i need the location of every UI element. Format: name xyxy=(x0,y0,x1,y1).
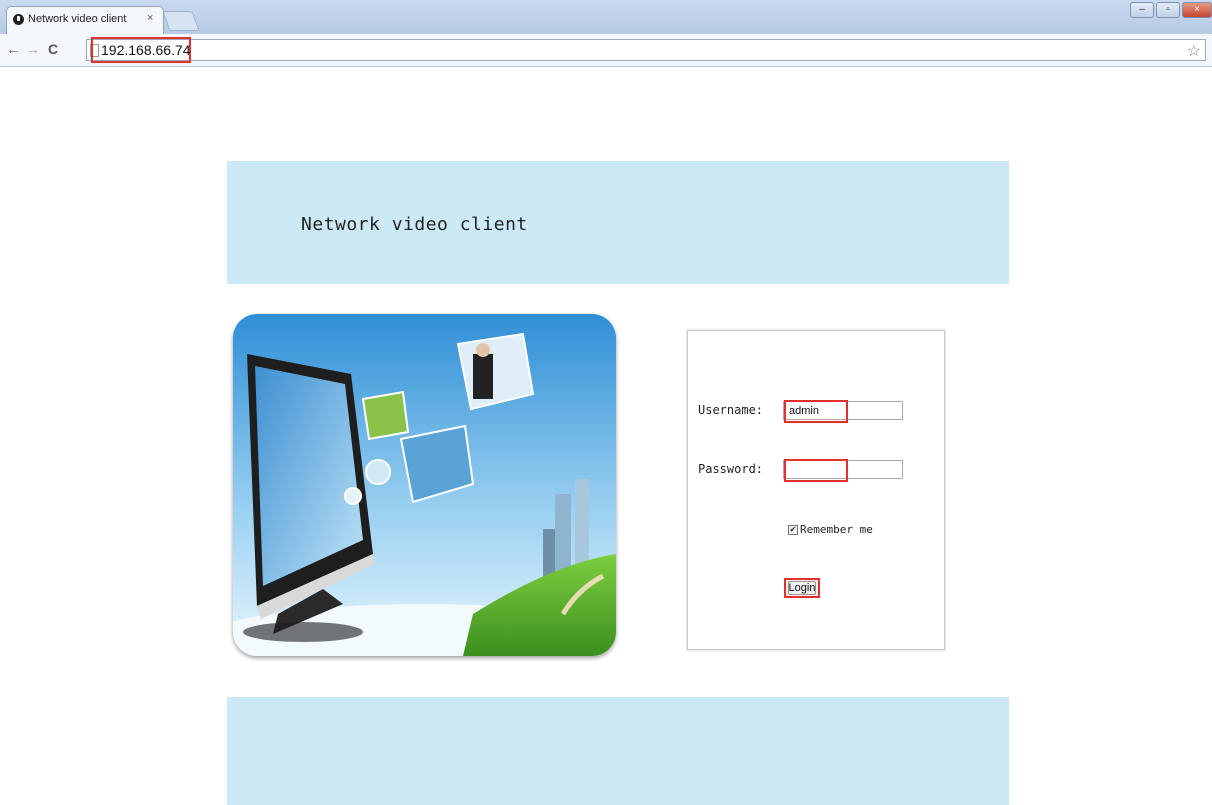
forward-arrow-icon[interactable]: → xyxy=(26,41,40,57)
url-text[interactable]: 192.168.66.74 xyxy=(91,37,191,63)
back-arrow-icon[interactable]: ← xyxy=(6,41,20,57)
tab-title: Network video client xyxy=(28,13,127,25)
login-button-label: Login xyxy=(788,582,816,594)
username-value[interactable]: admin xyxy=(784,400,848,423)
remember-label: Remember me xyxy=(800,523,873,536)
bookmark-star-icon[interactable]: ☆ xyxy=(1187,41,1201,61)
page-title: Network video client xyxy=(301,214,528,235)
remember-me[interactable]: ✔ Remember me xyxy=(788,523,873,536)
header-banner: Network video client xyxy=(227,161,1009,284)
window-close-icon[interactable]: × xyxy=(1182,2,1212,18)
address-bar[interactable]: 192.168.66.74 ☆ xyxy=(86,37,1206,63)
username-field[interactable]: admin xyxy=(783,400,903,423)
password-label: Password: xyxy=(698,462,764,476)
window-restore-icon[interactable]: ▫ xyxy=(1156,2,1180,18)
footer-banner xyxy=(227,697,1009,805)
browser-tabstrip: Network video client × – ▫ × xyxy=(0,0,1212,34)
window-controls: – ▫ × xyxy=(1130,2,1212,18)
password-field[interactable] xyxy=(783,459,903,482)
remember-checkbox[interactable]: ✔ xyxy=(788,524,798,535)
password-value[interactable] xyxy=(784,459,848,482)
tab-close-icon[interactable]: × xyxy=(147,12,153,24)
username-label: Username: xyxy=(698,403,764,417)
window-minimize-icon[interactable]: – xyxy=(1130,2,1154,18)
login-button[interactable]: Login xyxy=(784,578,820,598)
new-tab-button[interactable] xyxy=(162,11,200,31)
browser-tab[interactable]: Network video client × xyxy=(6,6,164,34)
browser-toolbar: ← → C 192.168.66.74 ☆ xyxy=(0,34,1212,67)
hero-illustration xyxy=(233,314,616,656)
monitor-illustration-image xyxy=(233,314,616,656)
reload-icon[interactable]: C xyxy=(48,41,58,57)
page-favicon-icon xyxy=(13,14,24,25)
login-panel: Username: admin Password: ✔ Remember me … xyxy=(687,330,945,650)
